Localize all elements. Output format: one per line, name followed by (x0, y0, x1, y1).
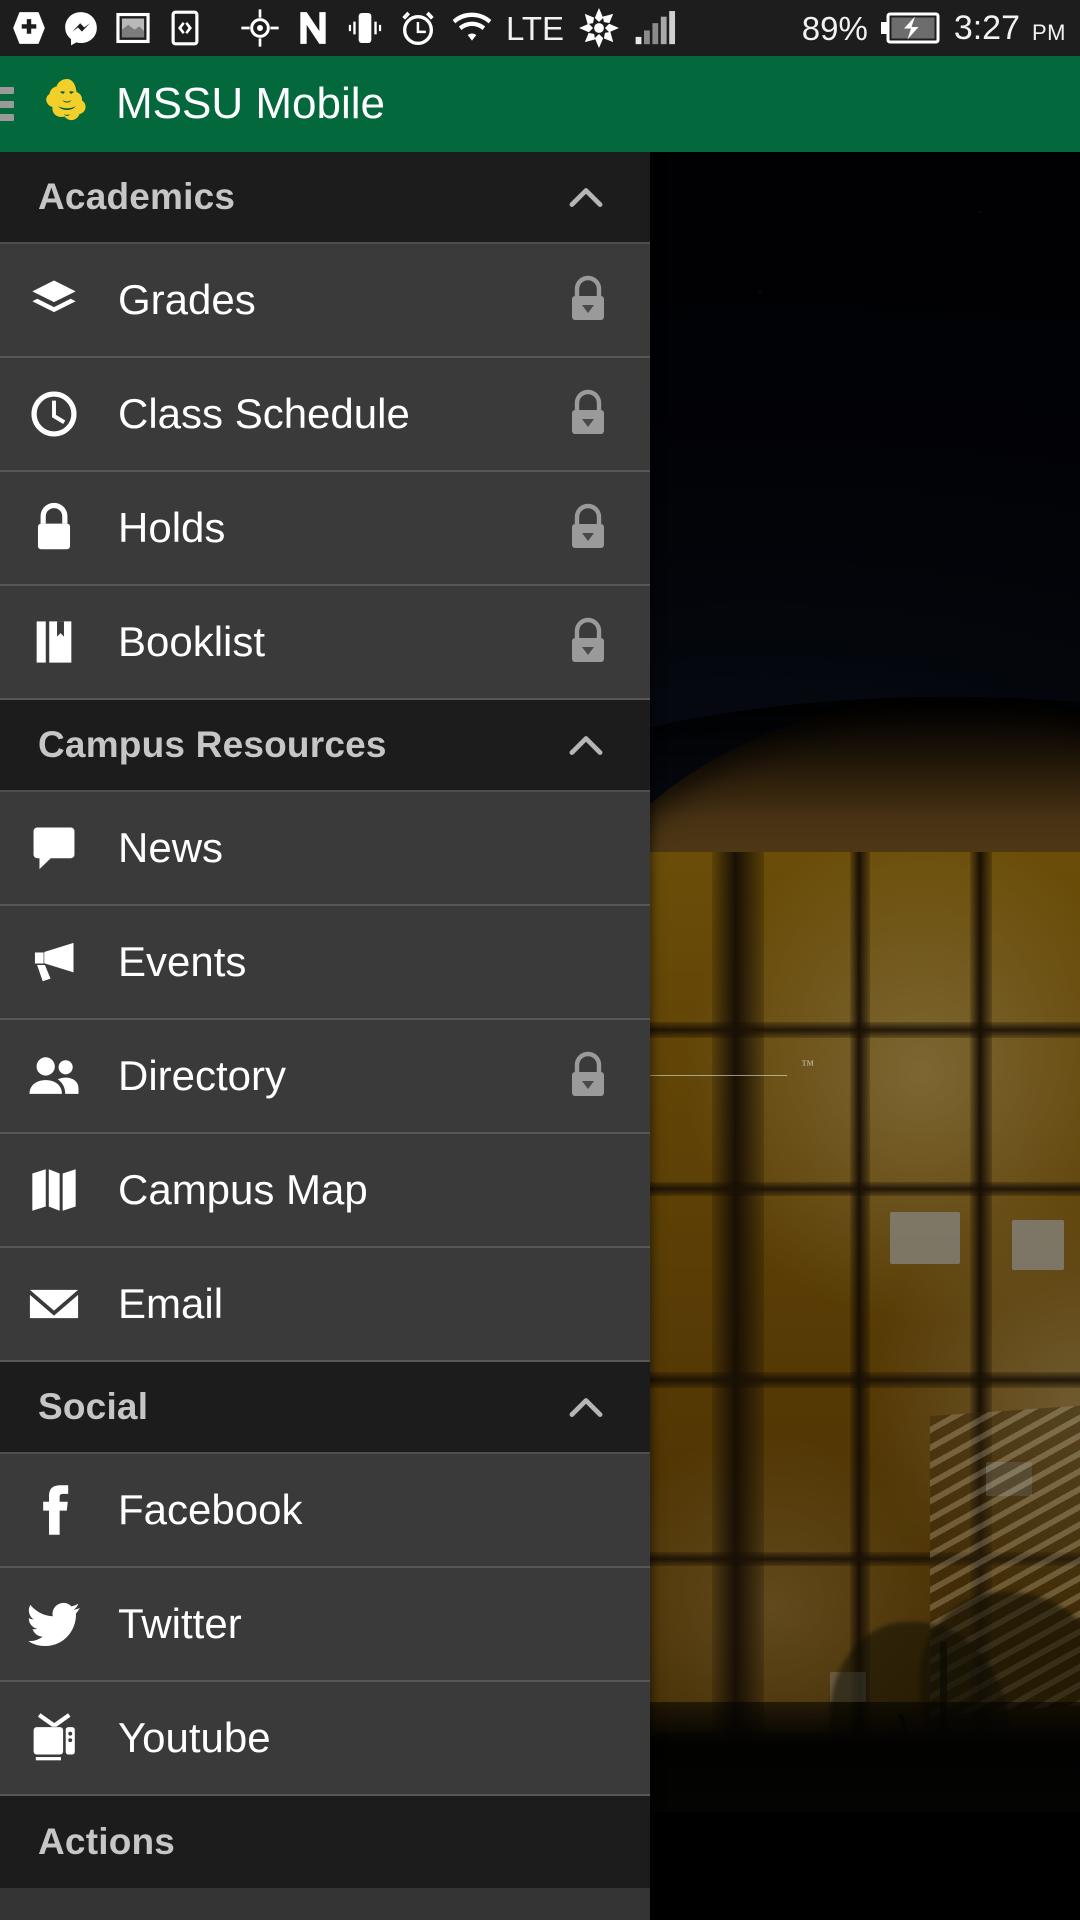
drawer-item-campus-map[interactable]: Campus Map (0, 1134, 650, 1248)
section-title: Actions (38, 1821, 176, 1862)
messenger-icon (65, 12, 97, 46)
drawer-item-twitter[interactable]: Twitter (0, 1568, 650, 1682)
people-icon (26, 1048, 82, 1104)
lock-icon (572, 275, 604, 320)
drawer-item-label: Booklist (118, 618, 266, 665)
image-gallery-icon (116, 12, 150, 44)
lock-icon (572, 1051, 604, 1096)
drawer-item-label: Email (118, 1280, 224, 1327)
drawer-item-booklist[interactable]: Booklist (0, 586, 650, 700)
chevron-up-icon[interactable] (560, 1381, 612, 1433)
drawer-item-label: Class Schedule (118, 390, 410, 437)
code-brackets-icon (171, 10, 199, 46)
speech-bubble-icon (26, 820, 82, 876)
drawer-item-grades[interactable]: Grades (0, 244, 650, 358)
drawer-item-news[interactable]: News (0, 792, 650, 906)
drawer-item-label: Grades (118, 276, 256, 323)
wifi-icon (452, 12, 492, 41)
phone-screen: THERN TY ™ (0, 0, 1080, 1920)
drawer-item-events[interactable]: Events (0, 906, 650, 1020)
twitter-bird-icon (26, 1596, 82, 1652)
window-mullion (712, 852, 764, 1812)
drawer-item-holds[interactable]: Holds (0, 472, 650, 586)
padlock-icon (26, 500, 82, 556)
drawer-item-class-schedule[interactable]: Class Schedule (0, 358, 650, 472)
vibrate-icon (348, 12, 382, 44)
drawer-item-label: Directory (118, 1052, 287, 1099)
brightness-icon (579, 8, 620, 48)
mssu-lion-logo (38, 75, 96, 133)
drawer-item-email[interactable]: Email (0, 1248, 650, 1362)
drawer-item-label: Holds (118, 504, 226, 551)
drawer-item-label: Events (118, 938, 247, 985)
trademark-symbol: ™ (801, 1057, 820, 1072)
hamburger-menu-icon[interactable] (0, 87, 14, 121)
interior-panel (890, 1212, 960, 1264)
drawer-section-header-campus-resources[interactable]: Campus Resources (0, 700, 650, 792)
clock-meridiem: PM (1032, 19, 1066, 45)
folded-map-icon (26, 1162, 82, 1218)
television-icon (26, 1710, 82, 1766)
first-aid-kit-icon (13, 12, 45, 44)
lock-icon (572, 617, 604, 662)
drawer-item-youtube[interactable]: Youtube (0, 1682, 650, 1796)
status-bar-left-icons: LTE (0, 7, 676, 49)
section-title: Campus Resources (38, 724, 387, 765)
section-title: Academics (38, 176, 236, 217)
drawer-item-label: Facebook (118, 1486, 303, 1533)
drawer-item-facebook[interactable]: Facebook (0, 1454, 650, 1568)
nfc-icon (300, 12, 326, 44)
clock-icon (26, 386, 82, 442)
book-icon (26, 614, 82, 670)
drawer-section-header-academics[interactable]: Academics (0, 152, 650, 244)
lock-icon (572, 389, 604, 434)
status-bar-right-icons: 89% 3:27 PM (802, 8, 1080, 49)
drawer-section-header-actions[interactable]: Actions (0, 1796, 650, 1888)
megaphone-icon (26, 934, 82, 990)
drawer-item-directory[interactable]: Directory (0, 1020, 650, 1134)
chevron-up-icon[interactable] (560, 719, 612, 771)
drawer-item-label: Twitter (118, 1600, 242, 1647)
app-bar: MSSU Mobile (0, 56, 1080, 152)
battery-percent-label: 89% (801, 9, 868, 47)
gps-crosshair-icon (241, 9, 279, 47)
network-type-label: LTE (506, 9, 565, 47)
clock-time: 3:27 (953, 8, 1020, 47)
status-bar: LTE 89% 3:27 PM (0, 0, 1080, 56)
app-title: MSSU Mobile (116, 79, 385, 128)
navigation-drawer[interactable]: Academics Grades Class Schedule Holds Bo… (0, 152, 650, 1920)
signal-bars-icon (635, 11, 676, 45)
section-title: Social (38, 1386, 149, 1427)
drawer-section-header-social[interactable]: Social (0, 1362, 650, 1454)
drawer-item-label: Campus Map (118, 1166, 368, 1213)
chevron-up-icon[interactable] (560, 171, 612, 223)
layers-icon (26, 272, 82, 328)
facebook-icon (26, 1482, 82, 1538)
drawer-item-label: News (118, 824, 224, 871)
envelope-icon (26, 1276, 82, 1332)
lock-icon (572, 503, 604, 548)
charging-battery-icon (880, 12, 940, 44)
alarm-clock-icon (402, 11, 434, 45)
drawer-item-label: Youtube (118, 1714, 271, 1761)
interior-panel (1012, 1220, 1064, 1270)
